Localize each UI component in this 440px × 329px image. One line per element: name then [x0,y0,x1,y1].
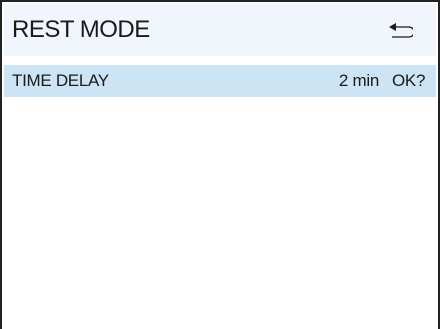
setting-label: TIME DELAY [12,71,109,90]
setting-value-group: 2 min OK? [339,71,436,91]
setting-row-time-delay[interactable]: TIME DELAY 2 min OK? [4,65,436,97]
return-arrow-icon [389,23,413,38]
header-bar: REST MODE [4,4,436,56]
back-button[interactable] [382,16,418,44]
rest-mode-screen: REST MODE TIME DELAY 2 min OK? [0,0,440,329]
page-title: REST MODE [12,16,150,43]
confirm-prompt[interactable]: OK? [392,71,436,91]
setting-value: 2 min [338,71,379,90]
